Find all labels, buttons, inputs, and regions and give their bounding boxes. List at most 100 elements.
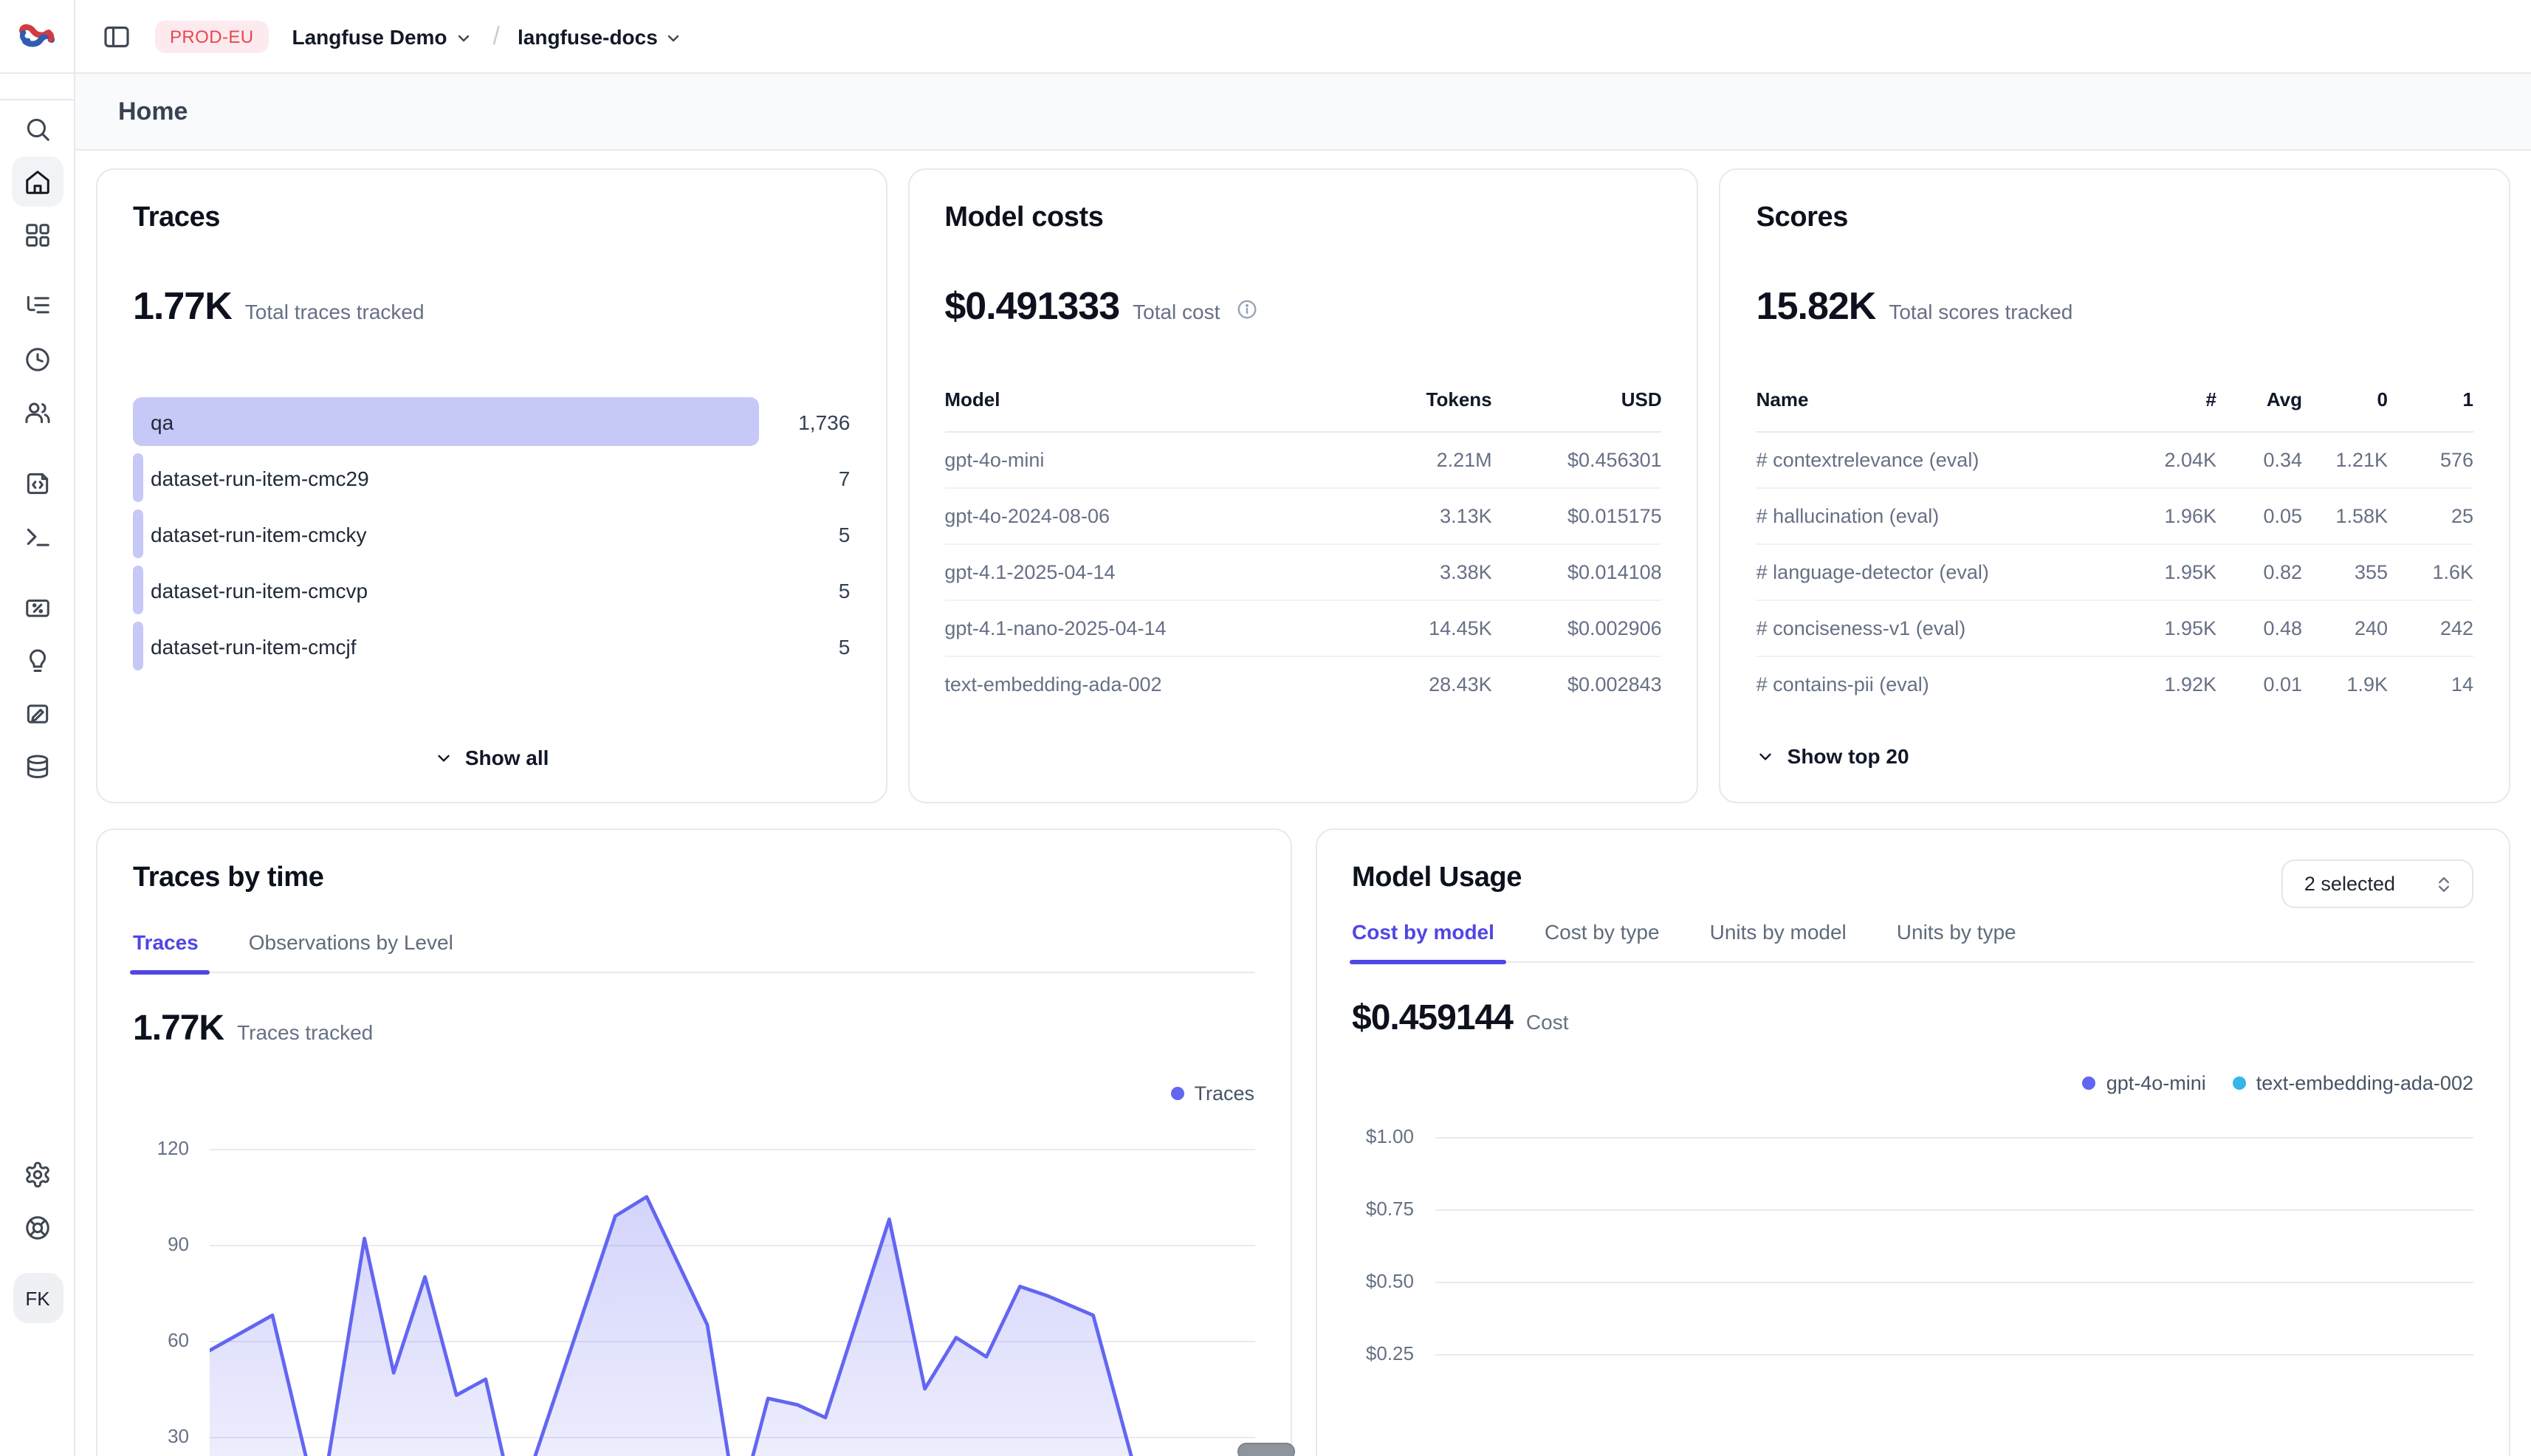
sidebar-item-tracing[interactable] — [11, 281, 63, 331]
file-code-icon — [23, 469, 51, 497]
sidebar-item-users[interactable] — [11, 387, 63, 437]
trace-bar-row[interactable]: dataset-run-item-cmcjf5 — [133, 622, 850, 670]
cell-count: 1.95K — [2131, 561, 2216, 583]
cell-count: 2.04K — [2131, 449, 2216, 471]
bottom-cards-row: Traces by time Traces Observations by Le… — [96, 828, 2510, 1456]
sidebar-item-home[interactable] — [11, 157, 63, 207]
show-top-20-button[interactable]: Show top 20 — [1756, 744, 1909, 768]
traces-card: Traces 1.77K Total traces tracked qa1,73… — [96, 168, 887, 803]
horizontal-scrollbar-thumb[interactable] — [1237, 1443, 1295, 1456]
y-axis-tick: $0.50 — [1352, 1270, 1414, 1292]
sidebar-item-support[interactable] — [12, 1202, 63, 1252]
bar-label: qa — [151, 397, 174, 446]
table-row[interactable]: gpt-4o-mini2.21M$0.456301 — [944, 433, 1661, 489]
sidebar-item-datasets[interactable] — [11, 688, 63, 738]
org-switcher[interactable]: Langfuse Demo — [292, 24, 473, 48]
cell-name: # language-detector (eval) — [1756, 561, 2131, 583]
cell-model: gpt-4.1-2025-04-14 — [944, 561, 1336, 583]
scores-total: 15.82K — [1756, 284, 1876, 329]
tab-cost-by-model[interactable]: Cost by model — [1352, 920, 1494, 961]
cell-one: 576 — [2388, 449, 2473, 471]
total-cost: $0.491333 — [944, 284, 1119, 329]
user-avatar[interactable]: FK — [13, 1273, 63, 1323]
cell-avg: 0.05 — [2216, 505, 2302, 527]
chart-legend: gpt-4o-mini text-embedding-ada-002 — [1352, 1072, 2473, 1094]
show-all-button[interactable]: Show all — [434, 746, 549, 769]
scores-rows: # contextrelevance (eval)2.04K0.341.21K5… — [1756, 433, 2473, 712]
table-row[interactable]: gpt-4.1-2025-04-143.38K$0.014108 — [944, 545, 1661, 601]
cell-avg: 0.01 — [2216, 673, 2302, 696]
dashboard: Traces 1.77K Total traces tracked qa1,73… — [75, 151, 2531, 1456]
bar-value: 1,736 — [758, 410, 850, 433]
trace-bar-row[interactable]: dataset-run-item-cmc297 — [133, 453, 850, 502]
users-icon — [23, 398, 51, 426]
chevron-down-icon — [434, 748, 453, 767]
cell-zero: 355 — [2302, 561, 2388, 583]
model-costs-card: Model costs $0.491333 Total cost Model T… — [907, 168, 1698, 803]
table-row[interactable]: gpt-4.1-nano-2025-04-1414.45K$0.002906 — [944, 601, 1661, 657]
info-icon[interactable] — [1236, 298, 1258, 320]
database-icon — [23, 752, 51, 780]
project-switcher[interactable]: langfuse-docs — [518, 24, 683, 48]
sidebar-toggle-button[interactable] — [99, 18, 134, 54]
lifebuoy-icon — [24, 1213, 52, 1241]
cell-model: gpt-4o-mini — [944, 449, 1336, 471]
table-row[interactable]: # contains-pii (eval)1.92K0.011.9K14 — [1756, 657, 2473, 712]
tab-traces[interactable]: Traces — [133, 930, 199, 972]
bar-label: dataset-run-item-cmc29 — [151, 453, 369, 502]
model-select-dropdown[interactable]: 2 selected — [2282, 859, 2473, 908]
card-title: Model Usage — [1352, 862, 1522, 895]
traces-total-label: Total traces tracked — [245, 300, 425, 323]
cell-count: 1.92K — [2131, 673, 2216, 696]
cell-count: 1.96K — [2131, 505, 2216, 527]
sidebar-item-dashboards[interactable] — [11, 210, 63, 260]
cell-name: # hallucination (eval) — [1756, 505, 2131, 527]
sidebar-item-prompts[interactable] — [11, 458, 63, 508]
panel-left-icon — [102, 21, 131, 51]
table-row[interactable]: # conciseness-v1 (eval)1.95K0.48240242 — [1756, 601, 2473, 657]
trace-bar-row[interactable]: qa 1,736 — [133, 397, 850, 446]
cell-tokens: 28.43K — [1337, 673, 1492, 696]
chevron-down-icon — [665, 29, 683, 47]
top-cards-row: Traces 1.77K Total traces tracked qa1,73… — [96, 168, 2510, 803]
tab-observations-by-level[interactable]: Observations by Level — [249, 930, 453, 972]
tab-units-by-model[interactable]: Units by model — [1710, 920, 1847, 961]
scores-total-label: Total scores tracked — [1889, 300, 2072, 323]
cell-count: 1.95K — [2131, 617, 2216, 639]
scores-card: Scores 15.82K Total scores tracked Name … — [1720, 168, 2510, 803]
dashboard-grid-icon — [23, 221, 51, 249]
trace-bar-row[interactable]: dataset-run-item-cmcky5 — [133, 509, 850, 558]
tab-units-by-type[interactable]: Units by type — [1897, 920, 2016, 961]
trace-bar-row[interactable]: dataset-run-item-cmcvp5 — [133, 566, 850, 614]
sidebar-item-settings[interactable] — [12, 1149, 63, 1199]
sidebar-item-playground[interactable] — [11, 511, 63, 561]
y-axis-tick: 120 — [133, 1137, 189, 1159]
legend-label: Traces — [1194, 1082, 1254, 1105]
table-row[interactable]: # contextrelevance (eval)2.04K0.341.21K5… — [1756, 433, 2473, 489]
table-row[interactable]: gpt-4o-2024-08-063.13K$0.015175 — [944, 489, 1661, 545]
cell-tokens: 2.21M — [1337, 449, 1492, 471]
y-axis-tick: 30 — [133, 1425, 189, 1447]
chart-canvas — [1435, 1106, 2474, 1456]
cell-zero: 1.21K — [2302, 449, 2388, 471]
trace-tree-icon — [23, 292, 51, 320]
sidebar-item-sessions[interactable] — [11, 334, 63, 384]
table-row[interactable]: # language-detector (eval)1.95K0.823551.… — [1756, 545, 2473, 601]
sidebar-item-annotation[interactable] — [11, 635, 63, 685]
model-usage-tabs: Cost by model Cost by type Units by mode… — [1352, 920, 2473, 963]
cell-usd: $0.014108 — [1492, 561, 1662, 583]
legend-label: gpt-4o-mini — [2106, 1072, 2206, 1094]
environment-badge: PROD-EU — [155, 20, 269, 52]
page-title: Home — [118, 97, 188, 126]
legend-label: text-embedding-ada-002 — [2256, 1072, 2473, 1094]
model-select-value: 2 selected — [2304, 873, 2395, 895]
sidebar-item-search[interactable] — [11, 103, 63, 154]
sidebar-item-database[interactable] — [11, 741, 63, 791]
tab-cost-by-type[interactable]: Cost by type — [1545, 920, 1660, 961]
table-row[interactable]: text-embedding-ada-00228.43K$0.002843 — [944, 657, 1661, 712]
table-row[interactable]: # hallucination (eval)1.96K0.051.58K25 — [1756, 489, 2473, 545]
clipboard-pen-icon — [23, 699, 51, 727]
sidebar-item-evaluation[interactable] — [11, 582, 63, 632]
langfuse-logo[interactable] — [0, 0, 74, 74]
cell-avg: 0.48 — [2216, 617, 2302, 639]
